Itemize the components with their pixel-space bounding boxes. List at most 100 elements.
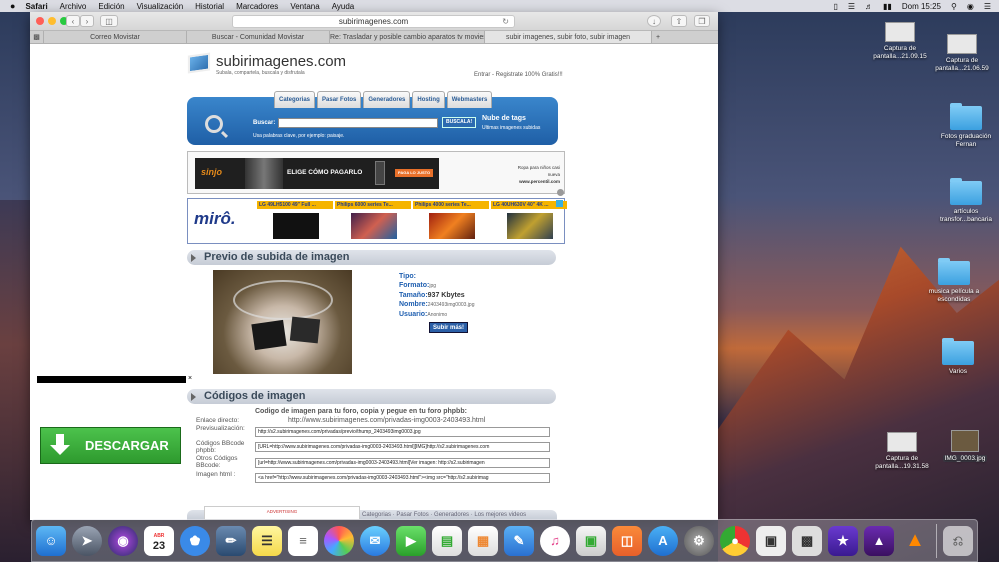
bbcode-phpbb-field[interactable]: [URL=http://www.subirimagenes.com/privad… (255, 442, 550, 452)
advertising-box[interactable]: ADVERTISING (204, 506, 360, 520)
menu-safari[interactable]: Safari (25, 2, 47, 11)
back-button[interactable]: ‹ (66, 15, 80, 27)
desktop-folder-articulos[interactable]: artículos transfor...bancaria (934, 178, 998, 224)
menu-historial[interactable]: Historial (195, 2, 224, 11)
preview-icon[interactable]: ▣ (576, 525, 606, 556)
affinity-icon[interactable]: ▲ (864, 525, 894, 556)
desktop-folder-musica[interactable]: musica película a escondidas (922, 258, 986, 304)
desktop-screenshot-3[interactable]: Captura de pantalla...19.31.58 (870, 432, 934, 471)
sidebar-toggle-button[interactable]: ◫ (100, 15, 118, 27)
close-window-button[interactable] (36, 17, 44, 25)
menu-ayuda[interactable]: Ayuda (332, 2, 355, 11)
menu-marcadores[interactable]: Marcadores (236, 2, 278, 11)
volume-icon[interactable]: ♬ (865, 2, 873, 11)
ibooks-icon[interactable]: ◫ (612, 525, 642, 556)
calendar-icon[interactable]: ABR 23 (144, 525, 174, 556)
ad-scroll-handle[interactable] (557, 189, 564, 196)
direct-link-url[interactable]: http://www.subirimagenes.com/privadas-im… (288, 417, 485, 424)
finder-icon[interactable]: ☺ (36, 525, 66, 556)
user-icon[interactable]: ◉ (967, 2, 974, 11)
tab-subirimagenes[interactable]: subir imagenes, subir foto, subir imagen (485, 31, 652, 43)
launchpad-icon[interactable]: ➤ (72, 525, 102, 556)
nav-hosting[interactable]: Hosting (412, 91, 445, 108)
tag-cloud-link[interactable]: Nube de tags (482, 115, 526, 122)
desktop-folder-varios[interactable]: Varios (926, 338, 990, 376)
battery-icon[interactable]: ▮▮ (883, 2, 892, 11)
desktop-screenshot-2[interactable]: Captura de pantalla...21.06.59 (930, 34, 994, 73)
music-icon[interactable]: ♫ (540, 525, 570, 556)
desktop-folder-fotos[interactable]: Fotos graduación Fernan (934, 103, 998, 149)
forward-button[interactable]: › (80, 15, 94, 27)
preview-app-icon[interactable]: ✏ (216, 525, 246, 556)
wifi-icon[interactable]: ☰ (848, 2, 855, 11)
siri-icon[interactable]: ◉ (108, 525, 138, 556)
nav-webmasters[interactable]: Webmasters (446, 91, 493, 108)
menu-ventana[interactable]: Ventana (290, 2, 319, 11)
search-input[interactable] (278, 118, 438, 128)
close-icon[interactable]: × (186, 375, 194, 383)
upload-more-button[interactable]: Subir más! (429, 322, 469, 333)
miro-logo[interactable]: mirô. (194, 209, 236, 229)
ad-banner-image[interactable]: sinjo ELIGE CÓMO PAGARLO PAGA LO JUSTO (195, 158, 439, 189)
banner-ad-miro[interactable]: mirô. LG 49LH5100 49" Full ... Philips 6… (187, 198, 567, 244)
menu-edicion[interactable]: Edición (98, 2, 124, 11)
messages-icon[interactable]: ✉ (360, 525, 390, 556)
chrome-icon[interactable]: ● (720, 525, 750, 556)
ad-product-2[interactable]: Philips 6000 series Te... (335, 201, 411, 243)
new-tab-button[interactable]: + (652, 31, 664, 43)
nav-categorias[interactable]: Categorias (274, 91, 316, 108)
tab-comunidad-movistar[interactable]: Buscar - Comunidad Movistar (187, 31, 330, 43)
apple-menu-icon[interactable]: ● (10, 1, 15, 11)
footer-links[interactable]: Categorias · Pasar Fotos · Generadores ·… (362, 512, 526, 518)
notification-center-icon[interactable]: ☰ (984, 2, 991, 11)
app-store-icon[interactable]: A (648, 525, 678, 556)
ad-product-1[interactable]: LG 49LH5100 49" Full ... (257, 201, 333, 243)
menubar-clock[interactable]: Dom 15:25 (902, 2, 941, 11)
tab-overview-icon[interactable]: ▩ (30, 31, 44, 43)
reload-icon[interactable]: ↻ (502, 16, 509, 28)
share-button[interactable]: ⇧ (671, 15, 687, 27)
photo-app-icon[interactable]: ▣ (756, 525, 786, 556)
airplay-icon[interactable]: ▯ (833, 2, 837, 11)
tab-correo-movistar[interactable]: Correo Movistar (44, 31, 187, 43)
banner-ad-percentil[interactable]: sinjo ELIGE CÓMO PAGARLO PAGA LO JUSTO R… (187, 151, 565, 194)
uploaded-image-preview[interactable] (213, 270, 352, 374)
menu-visualizacion[interactable]: Visualización (137, 2, 184, 11)
nav-pasar-fotos[interactable]: Pasar Fotos (317, 91, 362, 108)
image-capture-icon[interactable]: ▩ (792, 525, 822, 556)
ad-side-text[interactable]: Ropa para niños casi nueva www.percentil… (508, 164, 560, 185)
keynote-icon[interactable]: ▦ (468, 525, 498, 556)
other-bbcode-field[interactable]: [url=http://www.subirimagenes.com/privad… (255, 458, 550, 468)
menu-archivo[interactable]: Archivo (60, 2, 87, 11)
facetime-icon[interactable]: ▶ (396, 525, 426, 556)
latest-images-link[interactable]: Ultimas imagenes subidas (482, 125, 540, 131)
adchoices-icon[interactable] (556, 200, 563, 207)
vlc-icon[interactable]: ▲ (900, 526, 930, 556)
search-button[interactable]: BUSCALA! (442, 117, 477, 128)
spotlight-icon[interactable]: ⚲ (951, 2, 957, 11)
notes-icon[interactable]: ☰ (252, 525, 282, 556)
show-tabs-button[interactable]: ❐ (694, 15, 710, 27)
download-button[interactable]: DESCARGAR (40, 427, 181, 464)
ad-product-4[interactable]: LG 40UH630V 40" 4K ... (491, 201, 567, 243)
address-bar[interactable]: subirimagenes.com ↻ (232, 15, 515, 28)
desktop-file-img0003[interactable]: IMG_0003.jpg (933, 430, 997, 463)
nav-generadores[interactable]: Generadores (363, 91, 411, 108)
reminders-icon[interactable]: ≡ (288, 525, 318, 556)
login-register-link[interactable]: Entrar - Registrate 100% Gratis!!! (474, 72, 563, 78)
minimize-window-button[interactable] (48, 17, 56, 25)
imovie-star-icon[interactable]: ★ (828, 525, 858, 556)
numbers-icon[interactable]: ▤ (432, 525, 462, 556)
system-preferences-icon[interactable]: ⚙ (684, 525, 714, 556)
trash-icon[interactable]: ⎌ (943, 525, 973, 556)
photos-icon[interactable] (324, 525, 354, 556)
tab-trasladar[interactable]: Re: Trasladar y posible cambio aparatos … (330, 31, 485, 43)
safari-icon[interactable]: ✿ (180, 525, 210, 556)
ad-product-3[interactable]: Philips 4000 series Te... (413, 201, 489, 243)
preview-code-field[interactable]: http://s2.subirimagenes.com/privadas/pre… (255, 427, 550, 437)
html-code-field[interactable]: <a href="http://www.subirimagenes.com/pr… (255, 473, 550, 483)
downloads-button[interactable]: ↓ (647, 15, 661, 27)
pages-icon[interactable]: ✎ (504, 525, 534, 556)
desktop-screenshot-1[interactable]: Captura de pantalla...21.09.15 (868, 22, 932, 61)
ad-cta-button[interactable]: PAGA LO JUSTO (395, 169, 434, 177)
